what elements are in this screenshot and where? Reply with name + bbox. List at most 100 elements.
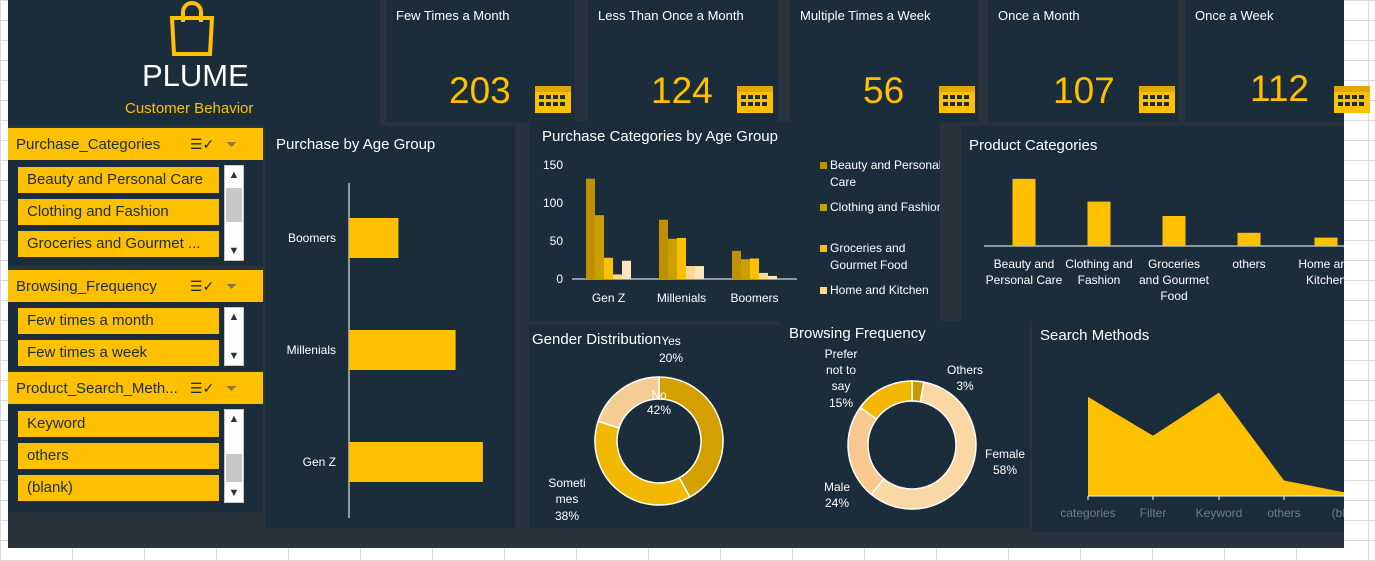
slicer-item[interactable]: Groceries and Gourmet ... xyxy=(18,231,219,257)
slicer-title: Browsing_Frequency xyxy=(16,277,157,295)
slicer-item[interactable]: Beauty and Personal Care xyxy=(18,167,219,193)
bar xyxy=(595,215,604,279)
slice-value: 20% xyxy=(659,351,683,365)
bar xyxy=(586,178,595,279)
shopping-bag-icon xyxy=(169,1,215,56)
donut-slice xyxy=(658,376,724,499)
scroll-down-icon[interactable]: ▼ xyxy=(225,484,243,502)
legend-swatch xyxy=(820,204,827,211)
kpi-label: Few Times a Month xyxy=(396,8,510,23)
y-tick-label: 50 xyxy=(550,234,564,248)
multi-select-icon[interactable]: ☰✓ xyxy=(190,136,214,153)
bar xyxy=(604,257,613,279)
category-label: Clothing and xyxy=(1065,257,1132,271)
search-methods-plot: categories Filter Keyword others (blank) xyxy=(1060,392,1344,520)
legend-label: Clothing and Fashion xyxy=(830,200,940,214)
slicer-item[interactable]: Few times a week xyxy=(18,340,219,366)
calendar-icon xyxy=(1139,86,1175,113)
area-series xyxy=(1088,392,1344,496)
kpi-card-multiple-week: Multiple Times a Week 56 xyxy=(790,0,978,122)
kpi-card-few-times-month: Few Times a Month 203 xyxy=(386,0,575,122)
clear-filter-icon[interactable]: ⏷ xyxy=(226,278,237,295)
scroll-up-icon[interactable]: ▲ xyxy=(225,166,243,184)
slice-label: mes xyxy=(556,492,579,506)
gender-donut: Yes 20% No42% Someti mes 38% xyxy=(548,334,724,523)
category-label: Kitchen xyxy=(1306,273,1344,287)
categories-age-plot: 0 50 100 150 Gen Z Millenials Boomers Beauty an… xyxy=(543,158,940,305)
slicer-item[interactable]: Few times a month xyxy=(18,308,219,334)
scroll-thumb[interactable] xyxy=(226,454,242,482)
category-label: Beauty and xyxy=(994,257,1055,271)
slice-label: No xyxy=(651,388,667,402)
calendar-icon xyxy=(939,86,975,113)
scroll-down-icon[interactable]: ▼ xyxy=(225,242,243,260)
slicer-item[interactable]: Keyword xyxy=(18,411,219,437)
category-label: Food xyxy=(1160,289,1187,303)
category-label: categories xyxy=(1060,506,1115,520)
donut-slice xyxy=(594,420,691,506)
legend-label: Home and Kitchen xyxy=(830,283,929,297)
slicer-item[interactable]: Clothing and Fashion xyxy=(18,199,219,225)
category-label: others xyxy=(1267,506,1300,520)
bar xyxy=(349,442,483,482)
multi-select-icon[interactable]: ☰✓ xyxy=(190,380,214,397)
kpi-value: 203 xyxy=(449,70,511,111)
category-label: Boomers xyxy=(288,231,336,245)
legend-label: Care xyxy=(830,175,856,189)
legend-label: Gourmet Food xyxy=(830,258,907,272)
bar xyxy=(668,238,677,279)
slice-value: 3% xyxy=(956,379,974,393)
bar xyxy=(695,266,704,279)
bar xyxy=(349,330,456,370)
slicer-item[interactable]: (blank) xyxy=(18,475,219,501)
category-label: (blank) xyxy=(1332,506,1344,520)
legend-swatch xyxy=(820,287,827,294)
scroll-up-icon[interactable]: ▲ xyxy=(225,410,243,428)
purchase-age-plot: Boomers Millenials Gen Z xyxy=(287,183,483,518)
slice-value: 38% xyxy=(555,509,579,523)
slicer-purchase-categories: Purchase_Categories ☰✓ ⏷ Beauty and Pers… xyxy=(8,128,263,266)
slicer-scrollbar[interactable]: ▲ ▼ xyxy=(224,165,244,261)
slice-value: 24% xyxy=(825,496,849,510)
donut-slice xyxy=(847,406,886,496)
category-label: Millenials xyxy=(657,291,706,305)
y-tick-label: 0 xyxy=(556,272,563,286)
kpi-value: 124 xyxy=(651,70,713,111)
clear-filter-icon[interactable]: ⏷ xyxy=(226,136,237,153)
category-label: Gen Z xyxy=(592,291,625,305)
slicer-scrollbar[interactable]: ▲ ▼ xyxy=(224,409,244,503)
bar xyxy=(613,274,622,279)
legend-swatch xyxy=(820,245,827,252)
category-label: Home and xyxy=(1298,257,1344,271)
kpi-label: Once a Month xyxy=(998,8,1080,23)
chart-categories-by-age: Purchase Categories by Age Group 0 50 100 1… xyxy=(529,121,940,321)
clear-filter-icon[interactable]: ⏷ xyxy=(226,380,237,397)
bar xyxy=(732,250,741,279)
slicer-scrollbar[interactable]: ▲ ▼ xyxy=(224,307,244,366)
category-label: others xyxy=(1232,257,1265,271)
y-tick-label: 150 xyxy=(543,158,563,172)
category-label: Fashion xyxy=(1078,273,1121,287)
scroll-up-icon[interactable]: ▲ xyxy=(225,308,243,326)
bar xyxy=(686,266,695,279)
calendar-icon xyxy=(737,86,773,113)
category-label: Groceries xyxy=(1148,257,1200,271)
scroll-down-icon[interactable]: ▼ xyxy=(225,347,243,365)
scroll-thumb[interactable] xyxy=(226,188,242,222)
calendar-icon xyxy=(535,86,571,113)
slicer-header: Purchase_Categories ☰✓ ⏷ xyxy=(8,128,263,160)
slice-label: Someti xyxy=(548,476,585,490)
brand-panel: PLUME Customer Behavior xyxy=(8,0,380,126)
category-label: Keyword xyxy=(1196,506,1243,520)
slicer-product-search-method: Product_Search_Meth... ☰✓ ⏷ Keyword othe… xyxy=(8,372,263,512)
kpi-value: 56 xyxy=(863,70,905,111)
y-tick-label: 100 xyxy=(543,196,563,210)
dashboard: PLUME Customer Behavior Few Times a Mont… xyxy=(8,0,1370,548)
category-label: Filter xyxy=(1140,506,1167,520)
multi-select-icon[interactable]: ☰✓ xyxy=(190,278,214,295)
kpi-label: Multiple Times a Week xyxy=(800,8,931,23)
slicer-browsing-frequency: Browsing_Frequency ☰✓ ⏷ Few times a mont… xyxy=(8,270,263,371)
bar xyxy=(622,260,631,279)
brand-subtitle: Customer Behavior xyxy=(125,100,254,117)
slicer-item[interactable]: others xyxy=(18,443,219,469)
